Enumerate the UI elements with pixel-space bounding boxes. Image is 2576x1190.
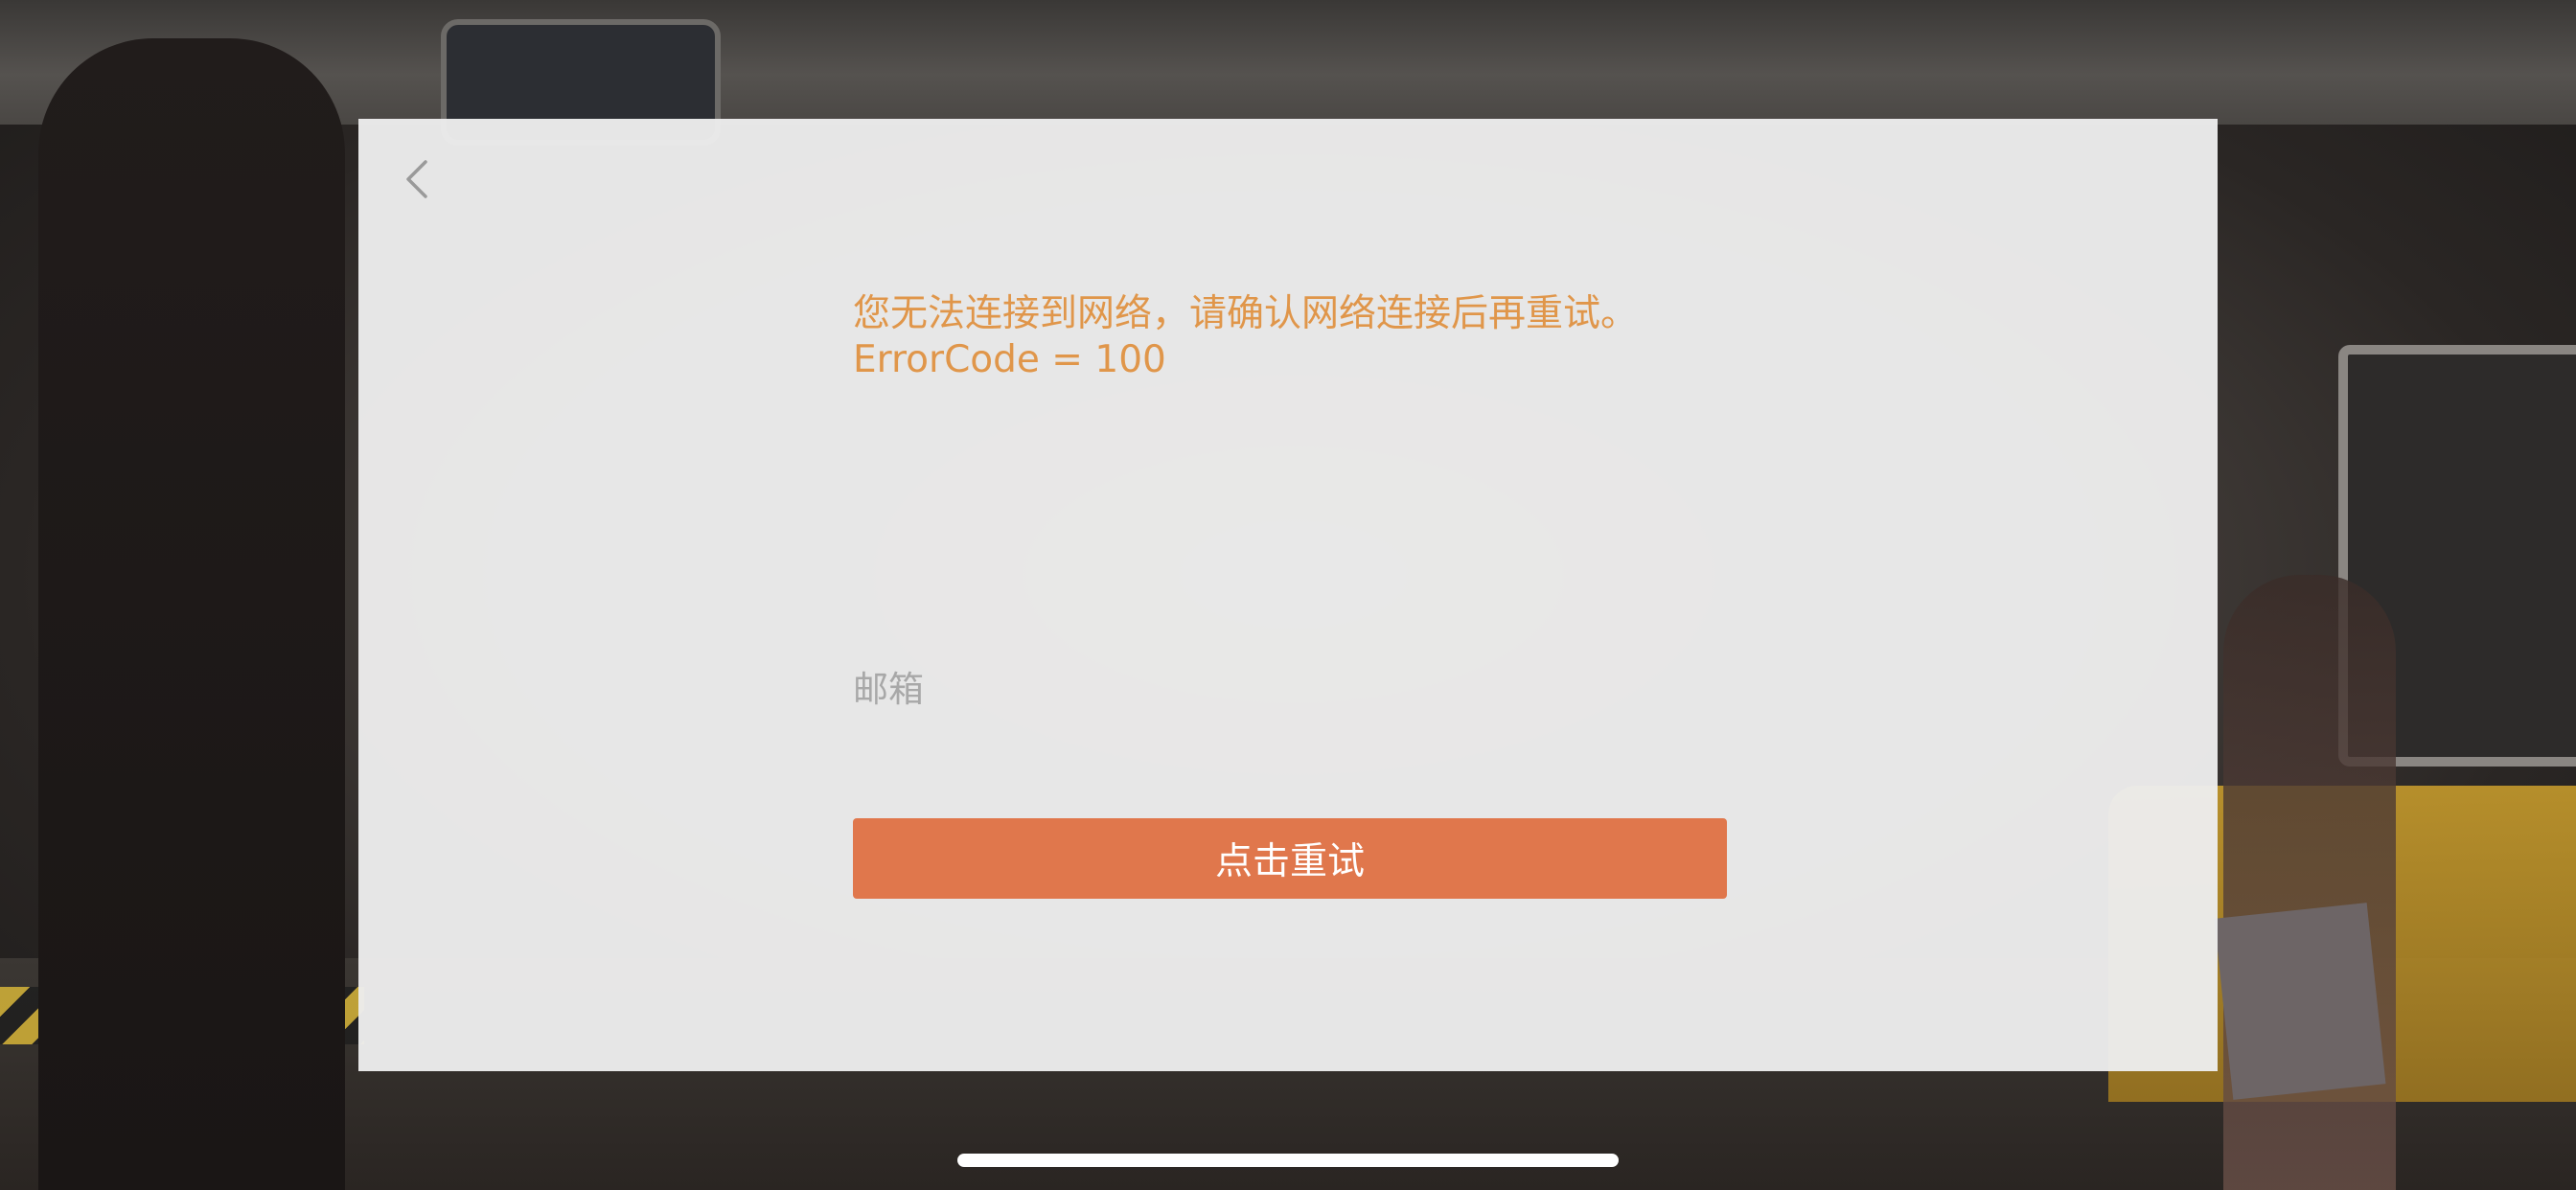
character-in-suit <box>38 38 345 1190</box>
shopping-bag <box>2214 903 2386 1100</box>
email-field[interactable] <box>853 636 1725 742</box>
retry-button[interactable]: 点击重试 <box>853 818 1727 899</box>
error-message: 您无法连接到网络，请确认网络连接后再重试。 ErrorCode = 100 <box>853 292 1639 381</box>
back-button[interactable] <box>387 146 445 213</box>
subway-ceiling <box>0 0 2576 125</box>
chevron-left-icon <box>402 158 429 200</box>
home-indicator <box>957 1154 1619 1167</box>
network-error-dialog: 您无法连接到网络，请确认网络连接后再重试。 ErrorCode = 100 点击… <box>358 119 2218 1071</box>
